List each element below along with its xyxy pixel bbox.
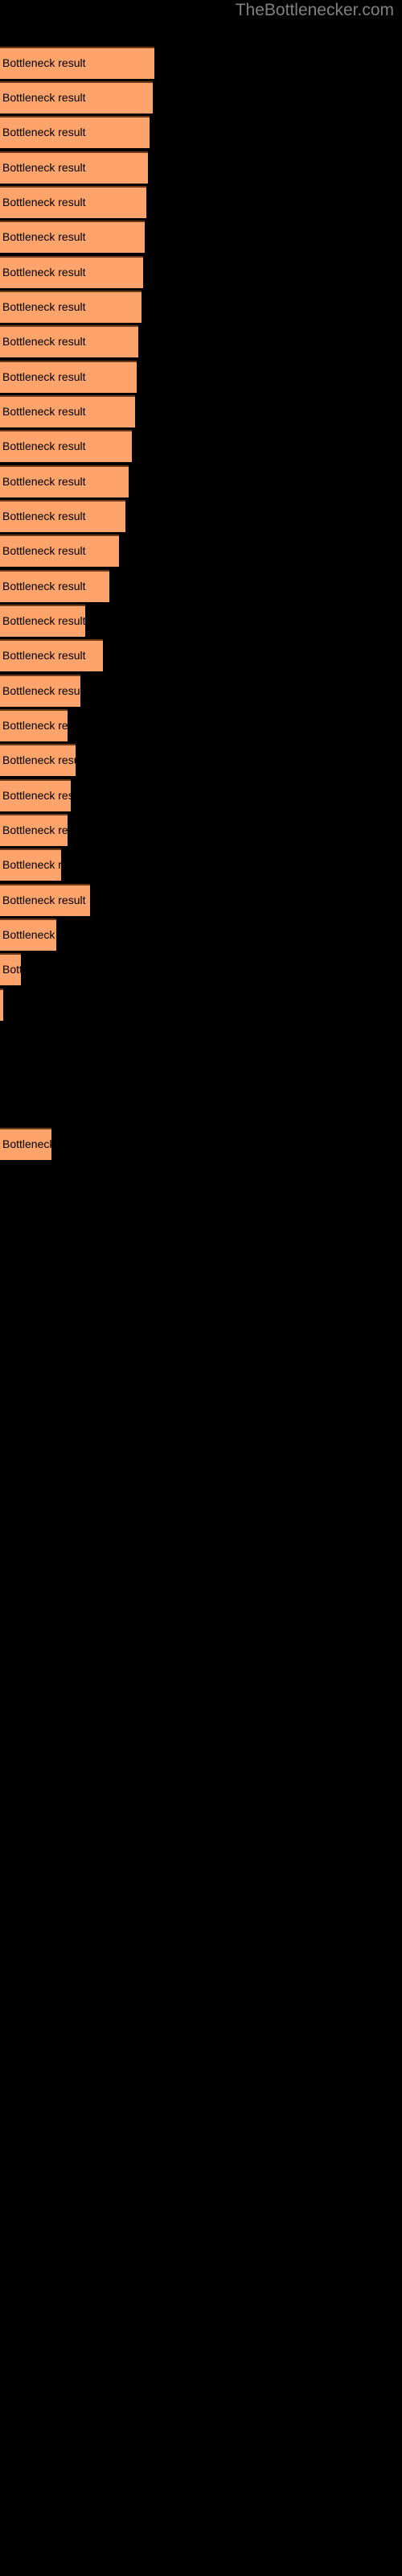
- chart-bar: Bottleneck result: [0, 395, 135, 427]
- chart-bar-label: Bottleneck result: [2, 91, 86, 104]
- chart-bar: Bottleneck result: [0, 570, 109, 602]
- chart-bar-label: Bottleneck result: [2, 753, 76, 766]
- chart-bar-label: Bottleneck result: [2, 510, 86, 522]
- chart-bar: Bottleneck result: [0, 500, 125, 532]
- chart-bar-label: Bottleneck result: [2, 894, 86, 906]
- bar-series: Bottleneck result Bottleneck result Bottle…: [0, 0, 402, 2576]
- chart-bar: Bottleneck result: [0, 81, 153, 114]
- chart-bar: Bottleneck result: [0, 1128, 51, 1160]
- chart-bar-label: Bottleneck result: [2, 196, 86, 208]
- chart-bar-label: Bottleneck result: [2, 789, 71, 802]
- chart-bar: Bottleneck result: [0, 779, 71, 811]
- chart-bar-label: Bottleneck result: [2, 684, 80, 697]
- chart-bar-label: Bottleneck result: [2, 475, 86, 488]
- chart-bar-label: Bottleneck result: [2, 335, 86, 348]
- chart-bar: Bottleneck result: [0, 919, 56, 951]
- chart-bar-label: Bottleneck result: [2, 928, 56, 941]
- chart-bar-label: Bottleneck result: [2, 161, 86, 174]
- chart-bar-label: Bottleneck result: [2, 963, 21, 976]
- chart-bar-label: Bottleneck result: [2, 230, 86, 243]
- chart-bar: Bottleneck result: [0, 848, 61, 881]
- chart-bar-label: Bottleneck result: [2, 580, 86, 592]
- chart-bar: Bottleneck result: [0, 953, 21, 985]
- chart-bar: Bottleneck result: [0, 675, 80, 707]
- chart-bar-label: Bottleneck result: [2, 300, 86, 313]
- chart-bar: Bottleneck result: [0, 744, 76, 776]
- chart-bar-label: Bottleneck result: [2, 649, 86, 662]
- chart-bar-label: Bottleneck result: [2, 370, 86, 383]
- chart-bar-label: Bottleneck result: [2, 614, 85, 627]
- chart-bar: Bottleneck result: [0, 430, 132, 462]
- chart-bar: Bottleneck result: [0, 989, 3, 1021]
- chart-bar-label: Bottleneck result: [2, 405, 86, 418]
- chart-bar: Bottleneck result: [0, 709, 68, 741]
- chart-bar-label: Bottleneck result: [2, 266, 86, 279]
- bottleneck-chart: TheBottlenecker.com Bottleneck result Bot…: [0, 0, 402, 2576]
- chart-bar: Bottleneck result: [0, 256, 143, 288]
- chart-bar: Bottleneck result: [0, 535, 119, 567]
- chart-bar-label: Bottleneck result: [2, 997, 3, 1012]
- chart-bar: Bottleneck result: [0, 47, 154, 79]
- chart-bar: Bottleneck result: [0, 291, 142, 323]
- chart-bar: Bottleneck result: [0, 639, 103, 671]
- chart-bar-label: Bottleneck result: [2, 544, 86, 557]
- chart-bar-label: Bottleneck result: [2, 126, 86, 138]
- chart-bar: Bottleneck result: [0, 814, 68, 846]
- chart-bar: Bottleneck result: [0, 221, 145, 253]
- chart-bar: Bottleneck result: [0, 325, 138, 357]
- chart-bar: Bottleneck result: [0, 884, 90, 916]
- chart-bar-label: Bottleneck result: [2, 858, 61, 871]
- chart-bar: Bottleneck result: [0, 465, 129, 497]
- chart-bar-label: Bottleneck result: [2, 824, 68, 836]
- chart-bar-label: Bottleneck result: [2, 719, 68, 732]
- chart-bar: Bottleneck result: [0, 116, 150, 148]
- chart-bar-label: Bottleneck result: [2, 1137, 51, 1150]
- chart-bar: Bottleneck result: [0, 186, 146, 218]
- chart-bar: Bottleneck result: [0, 361, 137, 393]
- chart-bar: Bottleneck result: [0, 605, 85, 637]
- chart-bar-label: Bottleneck result: [2, 56, 86, 69]
- chart-bar: Bottleneck result: [0, 151, 148, 184]
- chart-bar-label: Bottleneck result: [2, 440, 86, 452]
